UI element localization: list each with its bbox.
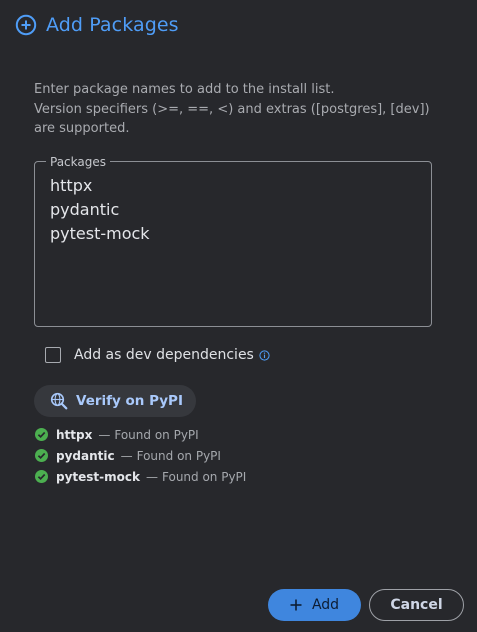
packages-text[interactable]: httpx pydantic pytest-mock [50, 174, 150, 246]
check-circle-icon [35, 428, 48, 441]
verification-results: httpx — Found on PyPI pydantic — Found o… [35, 424, 246, 487]
result-package-name: pytest-mock [56, 469, 140, 484]
result-separator: — [120, 448, 133, 463]
add-button-label: Add [311, 597, 340, 613]
result-row: pytest-mock — Found on PyPI [35, 466, 246, 487]
result-package-name: pydantic [56, 448, 115, 463]
search-globe-icon [50, 392, 68, 410]
package-line: pydantic [50, 200, 120, 219]
dev-dependencies-checkbox[interactable] [45, 347, 61, 363]
verify-on-pypi-button[interactable]: Verify on PyPI [34, 385, 196, 417]
result-row: httpx — Found on PyPI [35, 424, 246, 445]
add-circle-icon [15, 14, 37, 36]
result-status: Found on PyPI [114, 427, 199, 442]
packages-label: Packages [46, 154, 110, 170]
package-line: httpx [50, 176, 93, 195]
plus-icon [290, 599, 302, 611]
result-status: Found on PyPI [162, 469, 247, 484]
result-status: Found on PyPI [136, 448, 221, 463]
check-circle-icon [35, 449, 48, 462]
dev-dependencies-label[interactable]: Add as dev dependencies [74, 347, 254, 363]
result-package-name: httpx [56, 427, 93, 442]
description-line-1: Enter package names to add to the instal… [34, 82, 335, 97]
verify-label: Verify on PyPI [76, 393, 183, 409]
info-icon[interactable] [259, 349, 270, 361]
result-separator: — [146, 469, 158, 484]
description: Enter package names to add to the instal… [34, 80, 454, 139]
package-line: pytest-mock [50, 224, 150, 243]
result-separator: — [98, 427, 111, 442]
cancel-button-label: Cancel [390, 597, 443, 613]
add-button[interactable]: Add [268, 589, 361, 621]
dialog-title: Add Packages [15, 14, 179, 36]
dev-dependencies-row: Add as dev dependencies [45, 347, 270, 363]
result-row: pydantic — Found on PyPI [35, 445, 246, 466]
description-line-2: Version specifiers (>=, ==, <) and extra… [34, 101, 430, 137]
dialog-title-text: Add Packages [46, 14, 179, 36]
cancel-button[interactable]: Cancel [369, 589, 464, 621]
check-circle-icon [35, 470, 48, 483]
